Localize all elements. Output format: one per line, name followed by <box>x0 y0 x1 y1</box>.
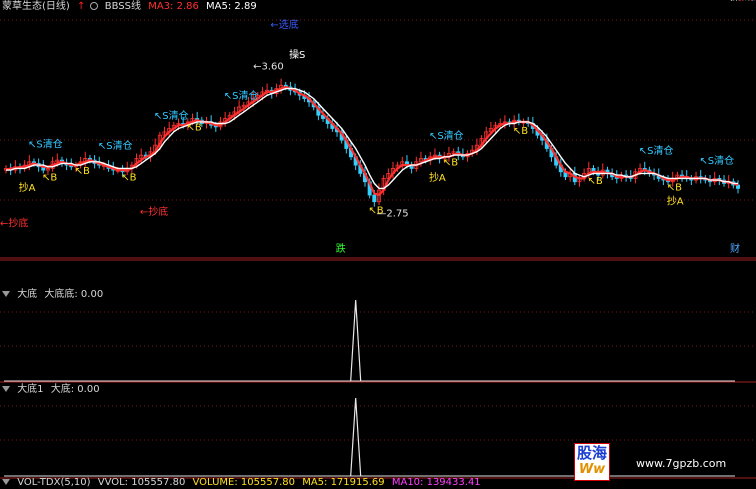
panel2-header: 大底 大底底: 0.00 <box>2 288 107 301</box>
collapse-triangle-icon[interactable] <box>2 479 10 485</box>
bottom-fishing-signal: 抄A <box>667 194 684 207</box>
buy-signal: ↖B <box>368 206 383 217</box>
bottom-fishing-signal: 抄A <box>19 181 36 194</box>
sell-clear-signal: ↖S清仓 <box>699 154 734 167</box>
da-di1-indicator-panel <box>4 397 735 477</box>
bottom-fishing-signal: ←抄底 <box>0 216 28 229</box>
ma5-label: MA5: 2.89 <box>206 1 257 12</box>
collapse-triangle-icon[interactable] <box>2 386 10 392</box>
buy-signal: ↖B <box>667 182 682 193</box>
volume-label: VOLUME: 105557.80 <box>192 477 296 488</box>
vvol-label: VVOL: 105557.80 <box>97 477 186 488</box>
logo-text-top: 股海 <box>576 444 607 462</box>
signal-label: 操S <box>730 0 746 3</box>
panel2-name[interactable]: 大底 <box>17 289 37 300</box>
indicator-name[interactable]: BBSS线 <box>105 1 141 12</box>
panel2-value: 大底底: 0.00 <box>44 289 104 300</box>
sell-clear-signal: ↖S清仓 <box>154 109 189 122</box>
signal-label: 跌 <box>336 242 346 255</box>
high-price-label: ←3.60 <box>253 61 284 72</box>
buy-signal: ↖B <box>513 126 528 137</box>
bottom-fishing-signal: ←抄底 <box>140 205 168 218</box>
panel3-value: 大底: 0.00 <box>50 384 100 395</box>
sell-clear-signal: ↖S清仓 <box>429 129 464 142</box>
panel4-header: VOL-TDX(5,10) VVOL: 105557.80 VOLUME: 10… <box>2 476 485 489</box>
panel3-name[interactable]: 大底1 <box>17 384 43 395</box>
signal-label: 财 <box>730 242 740 255</box>
ma5-line <box>6 87 738 190</box>
chart-stage: ←3.60—2.75 ↖S清仓 ↖S清仓↖S清仓↖S清仓↖S清仓↖S清仓↖S清仓↖… <box>0 0 756 479</box>
bottom-fishing-signal: 抄A <box>429 171 446 184</box>
vol-ma5-label: MA5: 171915.69 <box>302 477 385 488</box>
sell-clear-signal: ↖S清仓 <box>639 144 674 157</box>
settings-circle-icon[interactable] <box>89 2 98 10</box>
signal-label: 操S <box>289 48 305 61</box>
signal-label: ←选底 <box>270 18 298 31</box>
sell-clear-signal: ↖S清仓 <box>28 137 63 150</box>
main-header: 蒙草生态(日线) ↑ BBSS线 MA3: 2.86 MA5: 2.89 <box>2 0 261 13</box>
buy-signal: ↖B <box>75 166 90 177</box>
buy-signal: ↖B <box>587 176 602 187</box>
buy-signal: ↖B <box>186 123 201 134</box>
candle-body <box>372 194 377 203</box>
panel4-name[interactable]: VOL-TDX(5,10) <box>17 477 90 488</box>
da-di1-spike <box>350 397 362 477</box>
buy-signal: ↖B <box>121 172 136 183</box>
da-di-indicator-panel <box>4 299 735 382</box>
collapse-triangle-icon[interactable] <box>2 291 10 297</box>
buy-signal: ↖B <box>443 157 458 168</box>
ma3-label: MA3: 2.86 <box>148 1 199 12</box>
stock-title: 蒙草生态(日线) <box>2 1 70 12</box>
buy-signal: ↖B <box>42 172 57 183</box>
grid <box>0 19 756 479</box>
watermark-logo: 股海 Ww <box>574 443 610 481</box>
vol-ma10-label: MA10: 139433.41 <box>391 477 481 488</box>
logo-text-bottom: Ww <box>578 462 606 477</box>
sell-clear-signal: ↖S清仓 <box>224 89 259 102</box>
panel3-header: 大底1 大底: 0.00 <box>2 383 104 396</box>
up-arrow-icon: ↑ <box>77 1 86 12</box>
sell-clear-signal: ↖S清仓 <box>98 139 133 152</box>
watermark-url: www.7gpzb.com <box>636 457 727 470</box>
